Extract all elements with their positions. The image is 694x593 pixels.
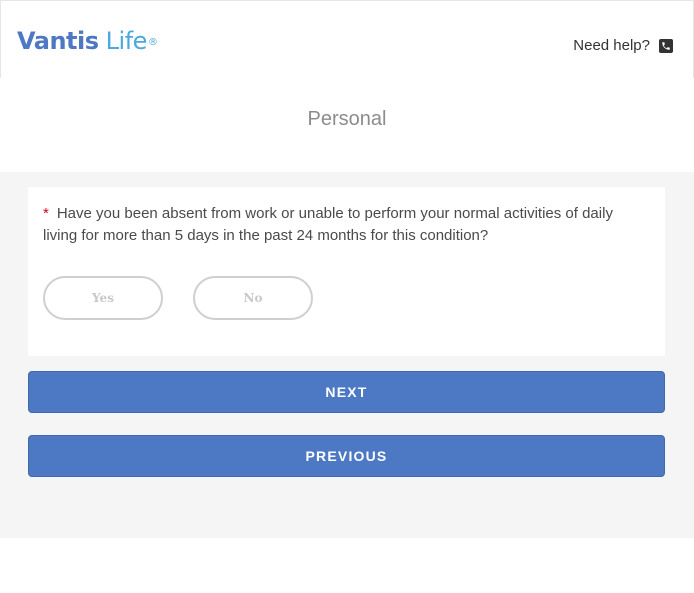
- previous-button[interactable]: PREVIOUS: [28, 435, 665, 477]
- vantis-life-logo[interactable]: Vantis Life®: [17, 27, 158, 55]
- logo-word-life: Life: [105, 27, 148, 55]
- question-text: Have you been absent from work or unable…: [43, 205, 613, 244]
- registered-mark: ®: [147, 37, 158, 48]
- yes-option-button[interactable]: Yes: [43, 276, 163, 320]
- need-help-label: Need help?: [573, 37, 650, 54]
- need-help-link[interactable]: Need help?: [573, 37, 673, 54]
- required-marker: *: [43, 205, 49, 222]
- question-card: * Have you been absent from work or unabl…: [28, 187, 665, 356]
- no-option-button[interactable]: No: [193, 276, 313, 320]
- site-header: Vantis Life® Need help?: [0, 0, 694, 78]
- phone-icon: [659, 38, 673, 53]
- next-button[interactable]: NEXT: [28, 371, 665, 413]
- logo-word-vantis: Vantis: [17, 27, 99, 55]
- question-text-block: * Have you been absent from work or unabl…: [43, 203, 643, 247]
- section-title: Personal: [307, 108, 387, 130]
